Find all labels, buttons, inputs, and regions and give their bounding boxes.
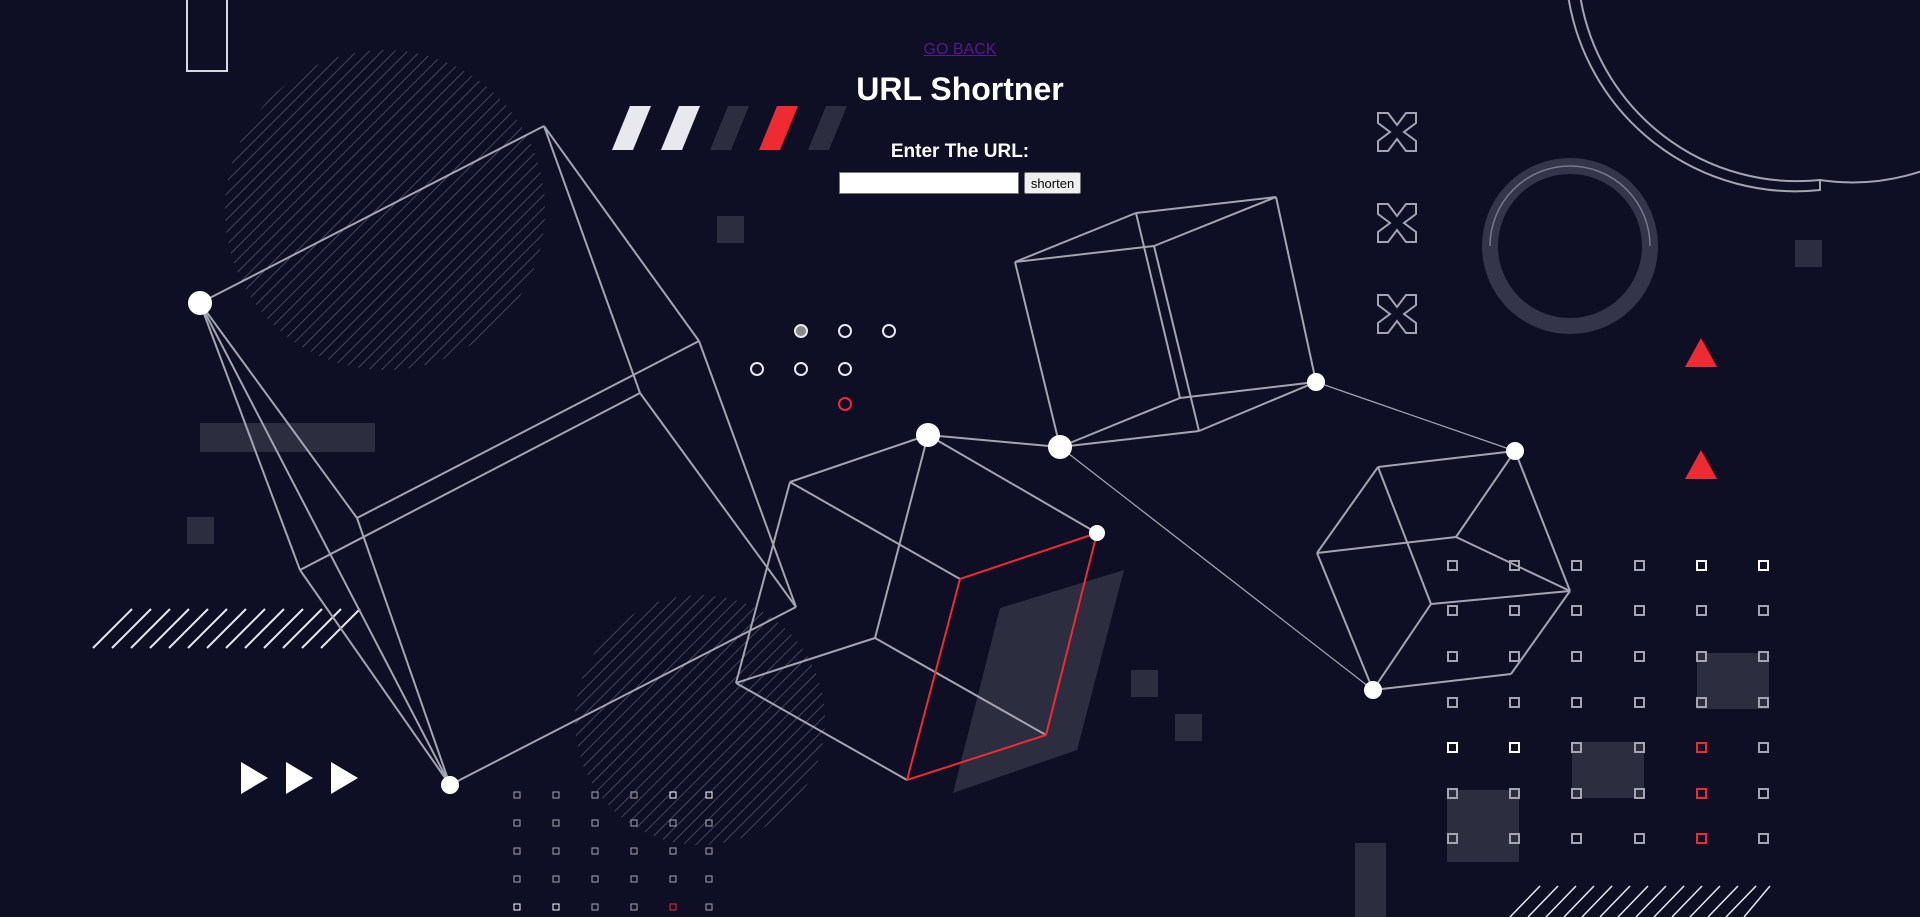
- red-triangles: [1685, 338, 1717, 479]
- wire-cube-right: [1316, 450, 1571, 691]
- page-title: URL Shortner: [856, 71, 1064, 107]
- go-back-link[interactable]: GO BACK: [924, 41, 997, 59]
- url-input[interactable]: [838, 172, 1019, 194]
- play-arrows: [241, 762, 358, 794]
- connector-lines: [1059, 381, 1516, 691]
- main-content: GO BACK URL Shortner Enter The URL: shor…: [0, 0, 1920, 194]
- diagonal-lines-left: [92, 608, 361, 649]
- url-label: Enter The URL:: [890, 141, 1030, 162]
- hatched-circle-bottom: [575, 595, 825, 845]
- diagonal-lines-bottom-right: [1509, 885, 1771, 917]
- circle-dots: [750, 324, 896, 411]
- wire-cube-upper: [1014, 196, 1317, 448]
- shorten-form: shorten: [0, 172, 1920, 194]
- shorten-button[interactable]: shorten: [1023, 172, 1082, 194]
